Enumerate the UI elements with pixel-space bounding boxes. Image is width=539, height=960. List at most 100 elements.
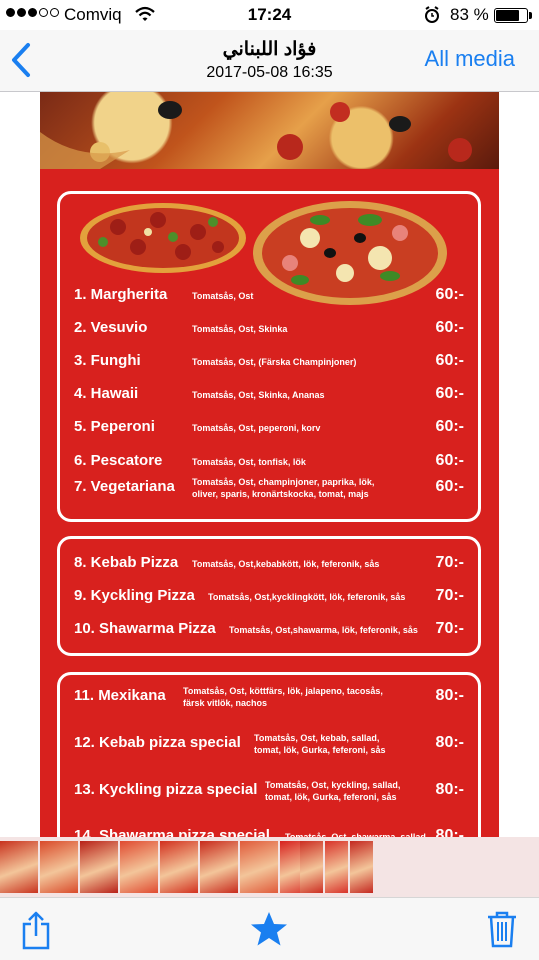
- menu-item-ingredients: Tomatsås, Ost, kebab, sallad, tomat, lök,…: [254, 732, 386, 756]
- menu-item-price: 60:-: [435, 286, 464, 303]
- menu-item-name: 8. Kebab Pizza: [74, 554, 179, 571]
- menu-item-name: 11. Mexikana: [74, 687, 166, 704]
- menu-item-ingredients: Tomatsås, Ost,kycklingkött, lök, feferon…: [208, 591, 405, 603]
- menu-item: 9. Kyckling Pizza Tomatsås, Ost,kycklingk…: [74, 587, 464, 617]
- menu-item-name: 4. Hawaii: [74, 385, 139, 402]
- menu-item-ingredients: Tomatsås, Ost, tonfisk, lök: [192, 456, 306, 468]
- menu-item-price: 80:-: [435, 781, 464, 798]
- ingredients-line: Tomatsås, Ost,kebabkött, lök, feferonik,…: [192, 559, 380, 569]
- menu-item-price: 60:-: [435, 319, 464, 336]
- photo-thumbnail[interactable]: [40, 841, 78, 893]
- photo-thumbnail[interactable]: [325, 841, 348, 893]
- favorite-star-icon[interactable]: [250, 910, 288, 953]
- menu-item: 2. Vesuvio Tomatsås, Ost, Skinka 60:-: [74, 319, 464, 349]
- menu-item-name: 7. Vegetariana: [74, 478, 175, 495]
- all-media-button[interactable]: All media: [425, 46, 515, 72]
- menu-item: 8. Kebab Pizza Tomatsås, Ost,kebabkött, l…: [74, 554, 464, 584]
- menu-item-price: 60:-: [435, 452, 464, 469]
- menu-item: 13. Kyckling pizza special Tomatsås, Ost,…: [74, 779, 464, 811]
- photo-thumbnail[interactable]: [300, 841, 323, 893]
- menu-item-ingredients: Tomatsås, Ost,shawarma, lök, feferonik, …: [229, 624, 418, 636]
- ingredients-line: Tomatsås, Ost,shawarma, lök, feferonik, …: [229, 625, 418, 635]
- photo-viewer[interactable]: 1. Margherita Tomatsås, Ost 60:- 2. Vesuvio…: [0, 92, 539, 837]
- menu-item-name: 9. Kyckling Pizza: [74, 587, 195, 604]
- alarm-icon: [424, 6, 440, 29]
- navigation-bar: فؤاد اللبناني 2017-05-08 16:35 All media: [0, 30, 539, 92]
- photo-thumbnail[interactable]: [350, 841, 373, 893]
- ingredients-line: Tomatsås, Ost, peperoni, korv: [192, 423, 321, 433]
- photo-thumbnail[interactable]: [120, 841, 158, 893]
- menu-photo[interactable]: 1. Margherita Tomatsås, Ost 60:- 2. Vesuvio…: [40, 92, 499, 837]
- ingredients-line: tomat, lök, Gurka, feferoni, sås: [254, 745, 386, 755]
- battery-percentage: 83 %: [450, 5, 489, 24]
- menu-item-name: 6. Pescatore: [74, 452, 163, 469]
- thumbnail-strip[interactable]: [0, 837, 539, 897]
- menu-item-price: 80:-: [435, 687, 464, 704]
- ingredients-line: Tomatsås, Ost,kycklingkött, lök, feferon…: [208, 592, 406, 602]
- trash-icon[interactable]: [486, 910, 518, 953]
- ingredients-line: oliver, sparis, kronärtskocka, tomat, ma…: [192, 489, 369, 499]
- menu-item-ingredients: Tomatsås, Ost: [192, 290, 253, 302]
- menu-item: 11. Mexikana Tomatsås, Ost, köttfärs, lök…: [74, 685, 464, 717]
- ingredients-line: färsk vitlök, nachos: [183, 698, 268, 708]
- menu-item-price: 60:-: [435, 385, 464, 402]
- signal-strength-icon: [6, 8, 59, 17]
- menu-item-ingredients: Tomatsås, Ost, Skinka, Ananas: [192, 389, 325, 401]
- ingredients-line: tomat, lök, Gurka, feferoni, sås: [265, 792, 397, 802]
- menu-item-ingredients: Tomatsås, Ost,kebabkött, lök, feferonik,…: [192, 558, 379, 570]
- menu-item-name: 10. Shawarma Pizza: [74, 620, 216, 637]
- menu-item-name: 3. Funghi: [74, 352, 141, 369]
- menu-item-price: 60:-: [435, 478, 464, 495]
- menu-item: 5. Peperoni Tomatsås, Ost, peperoni, korv…: [74, 418, 464, 448]
- menu-item-price: 70:-: [435, 587, 464, 604]
- menu-item-name: 1. Margherita: [74, 286, 168, 303]
- menu-item-ingredients: Tomatsås, Ost, kyckling, sallad, tomat, l…: [265, 779, 400, 803]
- menu-item: 10. Shawarma Pizza Tomatsås, Ost,shawarma…: [74, 620, 464, 650]
- ingredients-line: Tomatsås, Ost: [192, 291, 254, 301]
- bottom-toolbar: [0, 897, 539, 960]
- share-icon[interactable]: [20, 910, 52, 955]
- battery-level-fill: [496, 10, 520, 21]
- menu-item: 12. Kebab pizza special Tomatsås, Ost, ke…: [74, 732, 464, 764]
- menu-item-price: 70:-: [435, 620, 464, 637]
- menu-item-price: 80:-: [435, 827, 464, 837]
- ingredients-line: Tomatsås, Ost, Skinka, Ananas: [192, 390, 325, 400]
- menu-item: 7. Vegetariana Tomatsås, Ost, champinjone…: [74, 476, 464, 508]
- menu-item-name: 12. Kebab pizza special: [74, 734, 241, 751]
- back-chevron-icon[interactable]: [10, 42, 32, 83]
- ingredients-line: Tomatsås, Ost, (Färska Champinjoner): [192, 357, 357, 367]
- menu-item-price: 60:-: [435, 352, 464, 369]
- photo-thumbnail[interactable]: [200, 841, 238, 893]
- pizza-banner-image: [40, 92, 499, 169]
- menu-item: 4. Hawaii Tomatsås, Ost, Skinka, Ananas 60…: [74, 385, 464, 415]
- menu-panel-meat: 8. Kebab Pizza Tomatsås, Ost,kebabkött, l…: [57, 536, 481, 656]
- ingredients-line: Tomatsås, Ost, kyckling, sallad,: [265, 780, 401, 790]
- photo-thumbnail[interactable]: [0, 841, 38, 893]
- battery-cap: [529, 12, 532, 19]
- menu-item-ingredients: Tomatsås, Ost, Skinka: [192, 323, 287, 335]
- menu-panel-classic: 1. Margherita Tomatsås, Ost 60:- 2. Vesuvio…: [57, 191, 481, 522]
- menu-item-price: 60:-: [435, 418, 464, 435]
- wifi-icon: [135, 6, 155, 27]
- pizza-image-small: [80, 203, 246, 273]
- ingredients-line: Tomatsås, Ost, champinjoner, paprika, lö…: [192, 477, 375, 487]
- menu-item-ingredients: Tomatsås, Ost, peperoni, korv: [192, 422, 320, 434]
- menu-item-price: 80:-: [435, 734, 464, 751]
- menu-item-name: 5. Peperoni: [74, 418, 155, 435]
- menu-item-name: 2. Vesuvio: [74, 319, 148, 336]
- photo-thumbnail[interactable]: [240, 841, 278, 893]
- battery-icon: [494, 8, 528, 23]
- menu-item-name: 14. Shawarma pizza special: [74, 827, 270, 837]
- menu-item: 3. Funghi Tomatsås, Ost, (Färska Champinj…: [74, 352, 464, 382]
- menu-item-ingredients: Tomatsås, Ost, (Färska Champinjoner): [192, 356, 356, 368]
- photo-thumbnail[interactable]: [80, 841, 118, 893]
- menu-item-ingredients: Tomatsås, Ost, köttfärs, lök, jalapeno, …: [183, 685, 383, 709]
- ingredients-line: Tomatsås, Ost, kebab, sallad,: [254, 733, 380, 743]
- menu-item: 1. Margherita Tomatsås, Ost 60:-: [74, 286, 464, 316]
- ingredients-line: Tomatsås, Ost, tonfisk, lök: [192, 457, 306, 467]
- photo-thumbnail[interactable]: [160, 841, 198, 893]
- menu-item-ingredients: Tomatsås, Ost, champinjoner, paprika, lö…: [192, 476, 374, 500]
- menu-item: 14. Shawarma pizza special Tomatsås, Ost,…: [74, 827, 464, 837]
- menu-item-name: 13. Kyckling pizza special: [74, 781, 258, 798]
- menu-panel-special: 11. Mexikana Tomatsås, Ost, köttfärs, lök…: [57, 672, 481, 837]
